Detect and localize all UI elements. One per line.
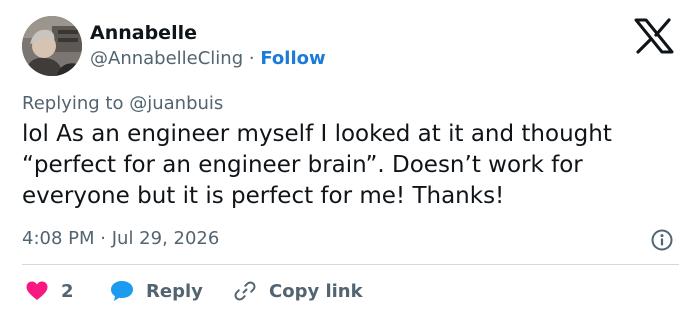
tweet-time: 4:08 PM [22, 228, 95, 249]
avatar-photo [22, 16, 82, 76]
author-handle-line: @AnnabelleCling · Follow [90, 48, 326, 69]
like-count: 2 [61, 280, 74, 302]
reply-button[interactable]: Reply [110, 279, 203, 303]
reply-mention-link[interactable]: @juanbuis [129, 93, 223, 114]
copy-link-button[interactable]: Copy link [233, 279, 363, 303]
reply-context: Replying to @juanbuis [22, 93, 223, 114]
link-icon [234, 281, 256, 301]
tweet-text: lol As an engineer myself I looked at it… [22, 121, 612, 209]
follow-button[interactable]: Follow [260, 48, 325, 69]
tweet-date: Jul 29, 2026 [111, 228, 220, 249]
tweet-card: Annabelle @AnnabelleCling · Follow Reply… [0, 0, 700, 318]
author-name[interactable]: Annabelle [90, 22, 197, 44]
info-icon[interactable] [651, 229, 673, 251]
heart-icon [26, 281, 48, 300]
speech-bubble-icon [111, 281, 133, 301]
author-handle[interactable]: @AnnabelleCling [90, 48, 243, 69]
like-button[interactable]: 2 [26, 279, 74, 303]
handle-separator: · [248, 48, 255, 69]
reply-label: Reply [146, 280, 203, 302]
tweet-timestamp[interactable]: 4:08 PM · Jul 29, 2026 [22, 228, 219, 249]
timestamp-separator: · [100, 228, 106, 249]
copy-link-label: Copy link [269, 280, 363, 302]
reply-context-prefix: Replying to [22, 93, 124, 114]
actions-divider [22, 264, 679, 265]
avatar[interactable] [22, 16, 82, 76]
x-logo-icon[interactable] [634, 18, 674, 54]
